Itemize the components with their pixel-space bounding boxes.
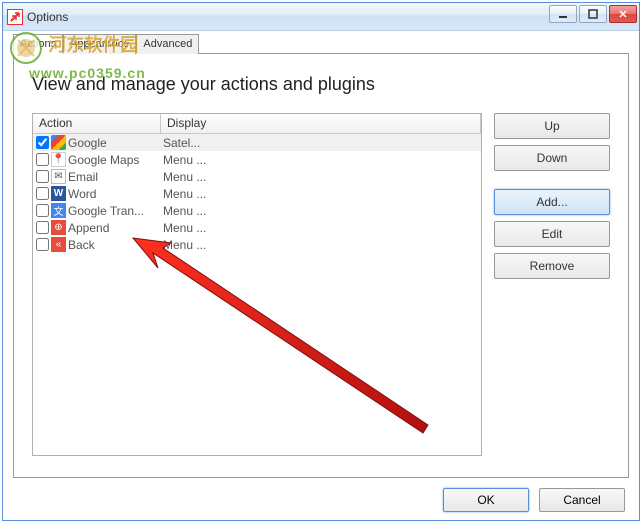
add-button[interactable]: Add... — [494, 189, 610, 215]
action-label: Google Maps — [68, 153, 139, 167]
content-panel: View and manage your actions and plugins… — [13, 53, 629, 478]
table-row[interactable]: WWord Menu ... — [33, 185, 481, 202]
titlebar: Options — [3, 3, 639, 31]
table-row[interactable]: ✉Email Menu ... — [33, 168, 481, 185]
side-buttons: Up Down Add... Edit Remove — [494, 113, 610, 456]
email-icon: ✉ — [51, 169, 66, 184]
table-row[interactable]: Google Satel... — [33, 134, 481, 151]
main-area: Action Display GoogleSatel...📍Google Map… — [32, 113, 610, 456]
window-controls — [549, 5, 637, 23]
cancel-button[interactable]: Cancel — [539, 488, 625, 512]
row-checkbox[interactable] — [36, 221, 49, 234]
display-label: Satel... — [161, 136, 200, 150]
list-body: GoogleSatel...📍Google MapsMenu ...✉Email… — [33, 134, 481, 253]
row-checkbox[interactable] — [36, 187, 49, 200]
tab-actions[interactable]: Actions — [13, 34, 63, 54]
display-label: Menu ... — [161, 204, 206, 218]
append-icon: ⊕ — [51, 220, 66, 235]
options-window: Options 河东软件园 www.pc0359.cn Actions Appe… — [2, 2, 640, 521]
action-label: Back — [68, 238, 95, 252]
action-label: Append — [68, 221, 109, 235]
maximize-button[interactable] — [579, 5, 607, 23]
edit-button[interactable]: Edit — [494, 221, 610, 247]
table-row[interactable]: 文Google Tran... Menu ... — [33, 202, 481, 219]
word-icon: W — [51, 186, 66, 201]
actions-list: Action Display GoogleSatel...📍Google Map… — [32, 113, 482, 456]
window-title: Options — [27, 10, 68, 24]
back-icon: « — [51, 237, 66, 252]
dialog-footer: OK Cancel — [443, 488, 625, 512]
tab-advanced[interactable]: Advanced — [136, 34, 199, 54]
action-label: Word — [68, 187, 96, 201]
page-heading: View and manage your actions and plugins — [32, 74, 610, 95]
app-icon — [7, 9, 23, 25]
action-label: Email — [68, 170, 98, 184]
row-checkbox[interactable] — [36, 153, 49, 166]
down-button[interactable]: Down — [494, 145, 610, 171]
gmaps-icon: 📍 — [51, 152, 66, 167]
action-label: Google — [68, 136, 107, 150]
row-checkbox[interactable] — [36, 238, 49, 251]
gtran-icon: 文 — [51, 203, 66, 218]
table-row[interactable]: ⊕Append Menu ... — [33, 219, 481, 236]
row-checkbox[interactable] — [36, 170, 49, 183]
table-row[interactable]: «Back Menu ... — [33, 236, 481, 253]
display-label: Menu ... — [161, 238, 206, 252]
row-checkbox[interactable] — [36, 204, 49, 217]
display-label: Menu ... — [161, 221, 206, 235]
tab-appearance[interactable]: Appearance — [63, 34, 136, 54]
table-row[interactable]: 📍Google Maps Menu ... — [33, 151, 481, 168]
action-label: Google Tran... — [68, 204, 144, 218]
list-header: Action Display — [33, 114, 481, 134]
minimize-button[interactable] — [549, 5, 577, 23]
tab-bar: Actions Appearance Advanced — [13, 34, 199, 54]
display-label: Menu ... — [161, 187, 206, 201]
close-button[interactable] — [609, 5, 637, 23]
display-label: Menu ... — [161, 170, 206, 184]
display-label: Menu ... — [161, 153, 206, 167]
ok-button[interactable]: OK — [443, 488, 529, 512]
header-action[interactable]: Action — [33, 114, 161, 133]
google-icon — [51, 135, 66, 150]
remove-button[interactable]: Remove — [494, 253, 610, 279]
header-display[interactable]: Display — [161, 114, 481, 133]
row-checkbox[interactable] — [36, 136, 49, 149]
up-button[interactable]: Up — [494, 113, 610, 139]
